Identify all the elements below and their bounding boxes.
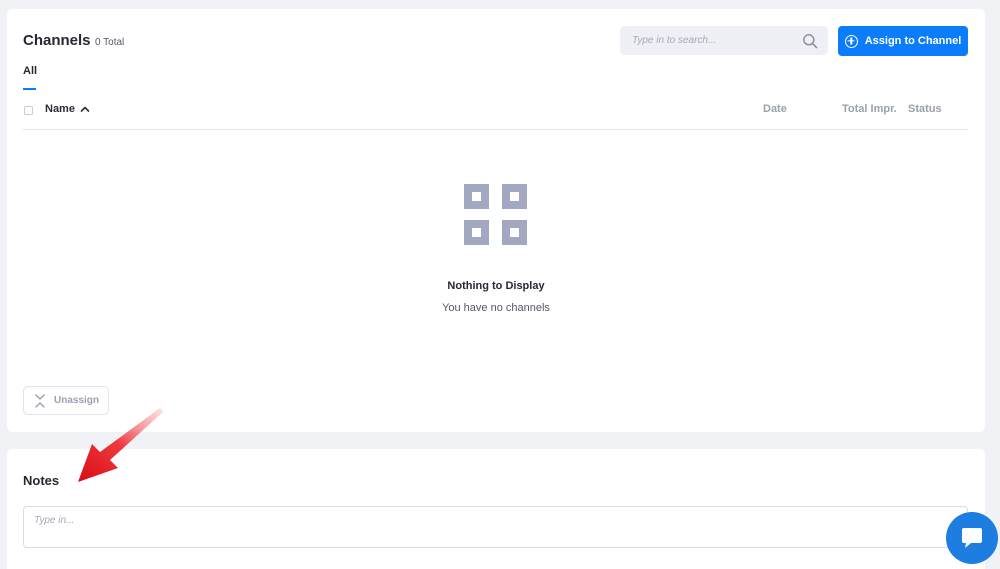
empty-state-title: Nothing to Display <box>447 280 545 292</box>
unassign-icon <box>34 393 46 408</box>
chat-button[interactable] <box>946 512 998 564</box>
assign-to-channel-label: Assign to Channel <box>864 35 962 47</box>
channels-card: Channels 0 Total Assign to Channel All N… <box>7 9 985 432</box>
channels-title: Channels <box>23 32 91 49</box>
search-box[interactable] <box>620 26 828 55</box>
unassign-button[interactable]: Unassign <box>23 386 109 415</box>
column-header-name[interactable]: Name <box>45 103 90 115</box>
column-header-status[interactable]: Status <box>908 103 942 115</box>
chevron-up-icon <box>80 105 90 113</box>
tab-active-indicator <box>23 88 36 90</box>
assign-to-channel-button[interactable]: Assign to Channel <box>838 26 968 56</box>
notes-input[interactable] <box>23 506 968 548</box>
column-header-total-impr[interactable]: Total Impr. <box>842 103 897 115</box>
chat-bubble-icon <box>960 527 984 549</box>
search-input[interactable] <box>632 35 802 46</box>
grid-squares-icon <box>464 184 527 246</box>
column-header-date[interactable]: Date <box>763 103 787 115</box>
notes-title: Notes <box>23 473 60 488</box>
unassign-label: Unassign <box>54 395 100 406</box>
table-header: Name Date Total Impr. Status <box>23 102 968 130</box>
empty-state-subtitle: You have no channels <box>442 302 550 314</box>
search-icon[interactable] <box>802 33 818 49</box>
channels-total-count: 0 Total <box>95 37 125 48</box>
notes-card: Notes <box>7 449 985 569</box>
plus-circle-icon <box>844 34 858 48</box>
select-all-checkbox[interactable] <box>24 106 33 115</box>
tab-all[interactable]: All <box>23 65 37 77</box>
column-header-name-label: Name <box>45 103 75 115</box>
